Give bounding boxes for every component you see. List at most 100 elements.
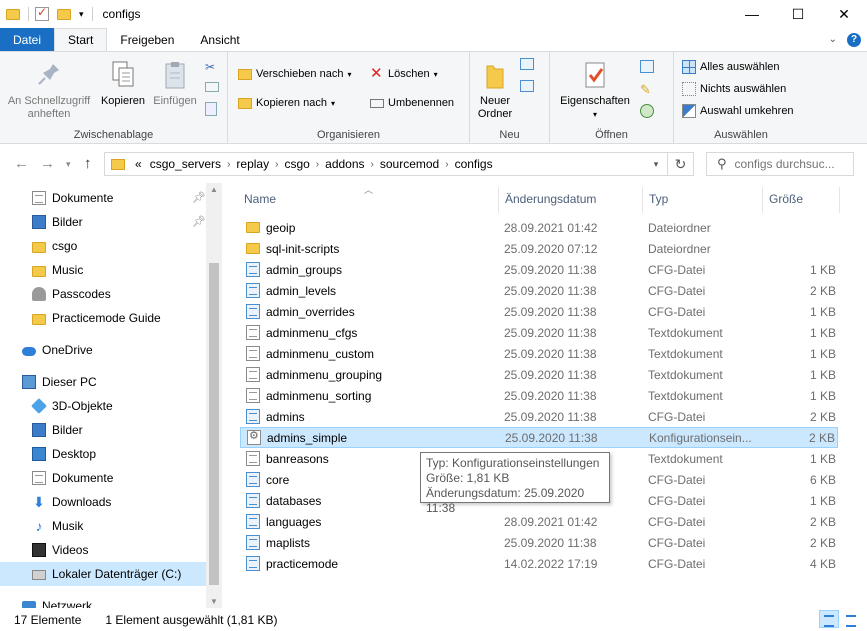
- navigation-bar: ← → ▾ ↑ « csgo_servers › replay › csgo ›…: [0, 145, 867, 183]
- sidebar-item-passcodes[interactable]: Passcodes: [0, 282, 206, 306]
- column-divider[interactable]: [642, 187, 643, 213]
- sidebar-item-network[interactable]: Netzwerk: [0, 594, 206, 608]
- copy-button[interactable]: Kopieren: [98, 60, 148, 108]
- up-arrow-icon[interactable]: ↑: [84, 155, 92, 172]
- properties-icon[interactable]: [35, 5, 49, 21]
- file-date: 25.09.2020 11:38: [504, 409, 597, 424]
- tab-start[interactable]: Start: [54, 28, 108, 51]
- breadcrumb-item[interactable]: csgo: [278, 157, 315, 171]
- scroll-down-icon[interactable]: ▼: [210, 597, 218, 606]
- file-name: admin_levels: [266, 283, 337, 298]
- history-icon[interactable]: [640, 104, 654, 118]
- file-row[interactable]: adminmenu_cfgs 25.09.2020 11:38 Textdoku…: [240, 322, 838, 343]
- tab-file[interactable]: Datei: [0, 28, 55, 51]
- chevron-down-icon[interactable]: ⌄: [829, 34, 837, 45]
- column-header-size[interactable]: Größe: [769, 183, 803, 215]
- properties-button[interactable]: Eigenschaften ▾: [556, 60, 634, 121]
- file-row[interactable]: maplists 25.09.2020 11:38 CFG-Datei 2 KB: [240, 532, 838, 553]
- sidebar-item-pictures-pinned[interactable]: Bilder 📌︎: [0, 210, 206, 234]
- sidebar-item-practicemode-guide[interactable]: Practicemode Guide: [0, 306, 206, 330]
- sidebar-item-onedrive[interactable]: OneDrive: [0, 338, 206, 362]
- sidebar-item-music[interactable]: ♪ Musik: [0, 514, 206, 538]
- sidebar-scrollbar[interactable]: ▲ ▼: [206, 183, 222, 608]
- file-type: Textdokument: [648, 388, 723, 403]
- details-view-icon[interactable]: [819, 610, 839, 628]
- chevron-down-icon[interactable]: ▾: [645, 159, 667, 170]
- file-row[interactable]: adminmenu_custom 25.09.2020 11:38 Textdo…: [240, 343, 838, 364]
- column-divider[interactable]: [498, 187, 499, 213]
- breadcrumb-item[interactable]: configs: [449, 157, 499, 171]
- sidebar-item-documents-pinned[interactable]: Dokumente 📌︎: [0, 186, 206, 210]
- paste-button[interactable]: Einfügen: [150, 60, 200, 108]
- file-row[interactable]: sql-init-scripts 25.09.2020 07:12 Dateio…: [240, 238, 838, 259]
- file-row-selected[interactable]: admins_simple 25.09.2020 11:38 Konfigura…: [240, 427, 838, 448]
- sidebar-item-music-folder[interactable]: Music: [0, 258, 206, 282]
- address-bar[interactable]: « csgo_servers › replay › csgo › addons …: [104, 152, 694, 176]
- select-all-button[interactable]: Alles auswählen: [682, 57, 780, 77]
- file-row[interactable]: admins 25.09.2020 11:38 CFG-Datei 2 KB: [240, 406, 838, 427]
- rename-button[interactable]: Umbenennen: [370, 93, 454, 113]
- pin-quick-access-button[interactable]: An Schnellzugriff anheften: [4, 60, 94, 121]
- scroll-up-icon[interactable]: ▲: [210, 185, 218, 194]
- copy-path-icon[interactable]: [205, 82, 219, 92]
- ribbon: An Schnellzugriff anheften Kopieren Einf…: [0, 52, 867, 144]
- breadcrumb-item[interactable]: sourcemod: [374, 157, 445, 171]
- cfg-file-icon: [246, 493, 260, 508]
- sidebar-item-this-pc[interactable]: Dieser PC: [0, 370, 206, 394]
- customize-toolbar-dropdown[interactable]: ▾: [79, 9, 84, 20]
- sidebar-item-3d-objects[interactable]: 3D-Objekte: [0, 394, 206, 418]
- breadcrumb-item[interactable]: addons: [319, 157, 370, 171]
- sidebar-item-documents[interactable]: Dokumente: [0, 466, 206, 490]
- file-row[interactable]: practicemode 14.02.2022 17:19 CFG-Datei …: [240, 553, 838, 574]
- sidebar-item-desktop[interactable]: Desktop: [0, 442, 206, 466]
- cut-icon[interactable]: ✂: [205, 60, 221, 74]
- sidebar-item-pictures[interactable]: Bilder: [0, 418, 206, 442]
- recent-locations-icon[interactable]: ▾: [66, 159, 71, 170]
- sidebar-item-downloads[interactable]: ⬇ Downloads: [0, 490, 206, 514]
- breadcrumb-item[interactable]: replay: [230, 157, 275, 171]
- overflow-crumbs[interactable]: «: [133, 157, 144, 171]
- back-arrow-icon[interactable]: ←: [14, 155, 29, 172]
- tab-view[interactable]: Ansicht: [187, 28, 252, 51]
- help-icon[interactable]: ?: [847, 32, 861, 47]
- paste-shortcut-icon[interactable]: [205, 102, 217, 116]
- file-row[interactable]: adminmenu_grouping 25.09.2020 11:38 Text…: [240, 364, 838, 385]
- move-to-button[interactable]: Verschieben nach ▾: [238, 64, 351, 84]
- column-header-date[interactable]: Änderungsdatum: [505, 183, 596, 215]
- large-icons-view-icon[interactable]: [841, 610, 861, 628]
- new-folder-icon[interactable]: [57, 8, 71, 20]
- refresh-icon[interactable]: ↻: [667, 153, 693, 175]
- invert-selection-button[interactable]: Auswahl umkehren: [682, 101, 794, 121]
- select-none-button[interactable]: Nichts auswählen: [682, 79, 786, 99]
- forward-arrow-icon[interactable]: →: [40, 155, 55, 172]
- column-header-type[interactable]: Typ: [649, 183, 668, 215]
- new-folder-button[interactable]: Neuer Ordner: [472, 60, 518, 121]
- sidebar-item-videos[interactable]: Videos: [0, 538, 206, 562]
- minimize-button[interactable]: —: [729, 0, 775, 28]
- search-input[interactable]: [734, 157, 835, 171]
- edit-icon[interactable]: ✎: [640, 82, 654, 97]
- maximize-button[interactable]: ☐: [775, 0, 821, 28]
- column-divider[interactable]: [762, 187, 763, 213]
- new-item-icon[interactable]: [520, 58, 534, 70]
- column-header-name[interactable]: Name: [244, 183, 276, 215]
- open-icon[interactable]: [640, 60, 654, 73]
- breadcrumb-item[interactable]: csgo_servers: [144, 157, 227, 171]
- column-divider[interactable]: [839, 187, 840, 213]
- search-box[interactable]: ⚲: [706, 152, 854, 176]
- close-button[interactable]: ✕: [821, 0, 867, 28]
- file-row[interactable]: geoip 28.09.2021 01:42 Dateiordner: [240, 217, 838, 238]
- copy-to-button[interactable]: Kopieren nach ▾: [238, 93, 335, 113]
- sidebar-item-local-disk[interactable]: Lokaler Datenträger (C:): [0, 562, 206, 586]
- file-row[interactable]: admin_groups 25.09.2020 11:38 CFG-Datei …: [240, 259, 838, 280]
- tab-share[interactable]: Freigeben: [107, 28, 187, 51]
- file-name: core: [266, 472, 290, 487]
- file-row[interactable]: admin_levels 25.09.2020 11:38 CFG-Datei …: [240, 280, 838, 301]
- sidebar-item-csgo[interactable]: csgo: [0, 234, 206, 258]
- scrollbar-thumb[interactable]: [209, 263, 219, 585]
- delete-button[interactable]: ✕ Löschen ▾: [370, 64, 438, 84]
- easy-access-icon[interactable]: [520, 80, 534, 92]
- search-icon: ⚲: [717, 156, 727, 171]
- file-row[interactable]: admin_overrides 25.09.2020 11:38 CFG-Dat…: [240, 301, 838, 322]
- file-row[interactable]: adminmenu_sorting 25.09.2020 11:38 Textd…: [240, 385, 838, 406]
